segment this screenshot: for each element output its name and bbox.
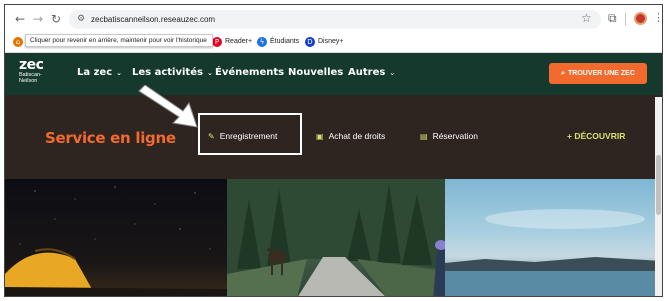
nav-les-activites-label: Les activités: [132, 67, 203, 78]
pinterest-icon: P: [212, 37, 222, 47]
bookmark-star-icon[interactable]: ☆: [581, 11, 592, 25]
menu-kebab-icon[interactable]: ⋮: [653, 11, 662, 24]
online-service-band: Service en ligne ✎ Enregistrement ▣ Achat …: [5, 95, 662, 179]
find-zec-label: TROUVER UNE ZEC: [568, 70, 635, 77]
browser-window: ← → ↻ ⚙ zecbatiscanneilson.reseauzec.com…: [4, 4, 663, 297]
reload-icon[interactable]: ↻: [49, 12, 63, 26]
camping-night-image: [5, 179, 227, 296]
back-tooltip: Cliquer pour revenir en arrière, mainten…: [25, 34, 213, 47]
edit-icon: ✎: [208, 132, 215, 141]
back-icon[interactable]: ←: [13, 12, 27, 26]
calendar-icon: ▤: [420, 132, 428, 141]
home-icon[interactable]: ⌂: [13, 37, 23, 47]
moose-road-image: [227, 179, 445, 296]
logo-main: zec: [19, 57, 44, 73]
service-title: Service en ligne: [45, 129, 176, 147]
zec-logo[interactable]: zec Batiscan- Neilson: [19, 57, 44, 84]
chevron-down-icon: ⌄: [206, 69, 213, 77]
nav-la-zec[interactable]: La zec ⌄: [77, 67, 122, 78]
service-reservation-label: Réservation: [432, 131, 478, 141]
chevron-down-icon: ⌄: [116, 69, 123, 77]
toolbar-divider: [625, 13, 626, 26]
service-achat-droits[interactable]: ▣ Achat de droits: [316, 131, 385, 141]
discover-link[interactable]: + DÉCOUVRIR: [567, 131, 625, 141]
nav-les-activites[interactable]: Les activités ⌄: [132, 67, 213, 78]
service-enregistrement[interactable]: ✎ Enregistrement: [208, 131, 277, 141]
logo-sub-2: Neilson: [19, 78, 38, 84]
annotation-arrow-icon: [138, 85, 198, 128]
url-text: zecbatiscanneilson.reseauzec.com: [91, 15, 216, 24]
site-info-icon[interactable]: ⚙: [77, 14, 85, 24]
nav-evenements[interactable]: Événements: [215, 67, 284, 78]
nav-la-zec-label: La zec: [77, 67, 113, 78]
forward-icon[interactable]: →: [31, 12, 45, 26]
disney-icon: D: [305, 37, 315, 47]
site-header: zec Batiscan- Neilson La zec ⌄ Les activi…: [5, 53, 662, 95]
nav-nouvelles-label: Nouvelles: [288, 67, 344, 78]
nav-evenements-label: Événements: [215, 67, 285, 78]
search-icon: ⌕: [561, 69, 565, 77]
address-bar-row: ← → ↻ ⚙ zecbatiscanneilson.reseauzec.com…: [5, 5, 662, 33]
bookmark-reader[interactable]: Reader+: [225, 38, 252, 45]
find-zec-button[interactable]: ⌕ TROUVER UNE ZEC: [549, 63, 647, 84]
profile-avatar[interactable]: [634, 12, 647, 25]
service-enregistrement-label: Enregistrement: [219, 131, 278, 141]
zap-icon: ϟ: [257, 37, 267, 47]
nav-nouvelles[interactable]: Nouvelles: [288, 67, 343, 78]
service-achat-droits-label: Achat de droits: [328, 131, 386, 141]
extensions-icon[interactable]: ⧉: [608, 11, 617, 26]
nav-autres[interactable]: Autres ⌄: [348, 67, 395, 78]
ticket-icon: ▣: [316, 132, 324, 141]
service-reservation[interactable]: ▤ Réservation: [420, 131, 478, 141]
lake-sky-image: [445, 179, 662, 296]
scrollbar-thumb[interactable]: [656, 155, 661, 215]
chevron-down-icon: ⌄: [389, 69, 396, 77]
nav-autres-label: Autres: [348, 67, 386, 78]
bookmark-etudiants[interactable]: Étudiants: [270, 38, 299, 45]
bookmark-disney[interactable]: Disney+: [318, 38, 343, 45]
